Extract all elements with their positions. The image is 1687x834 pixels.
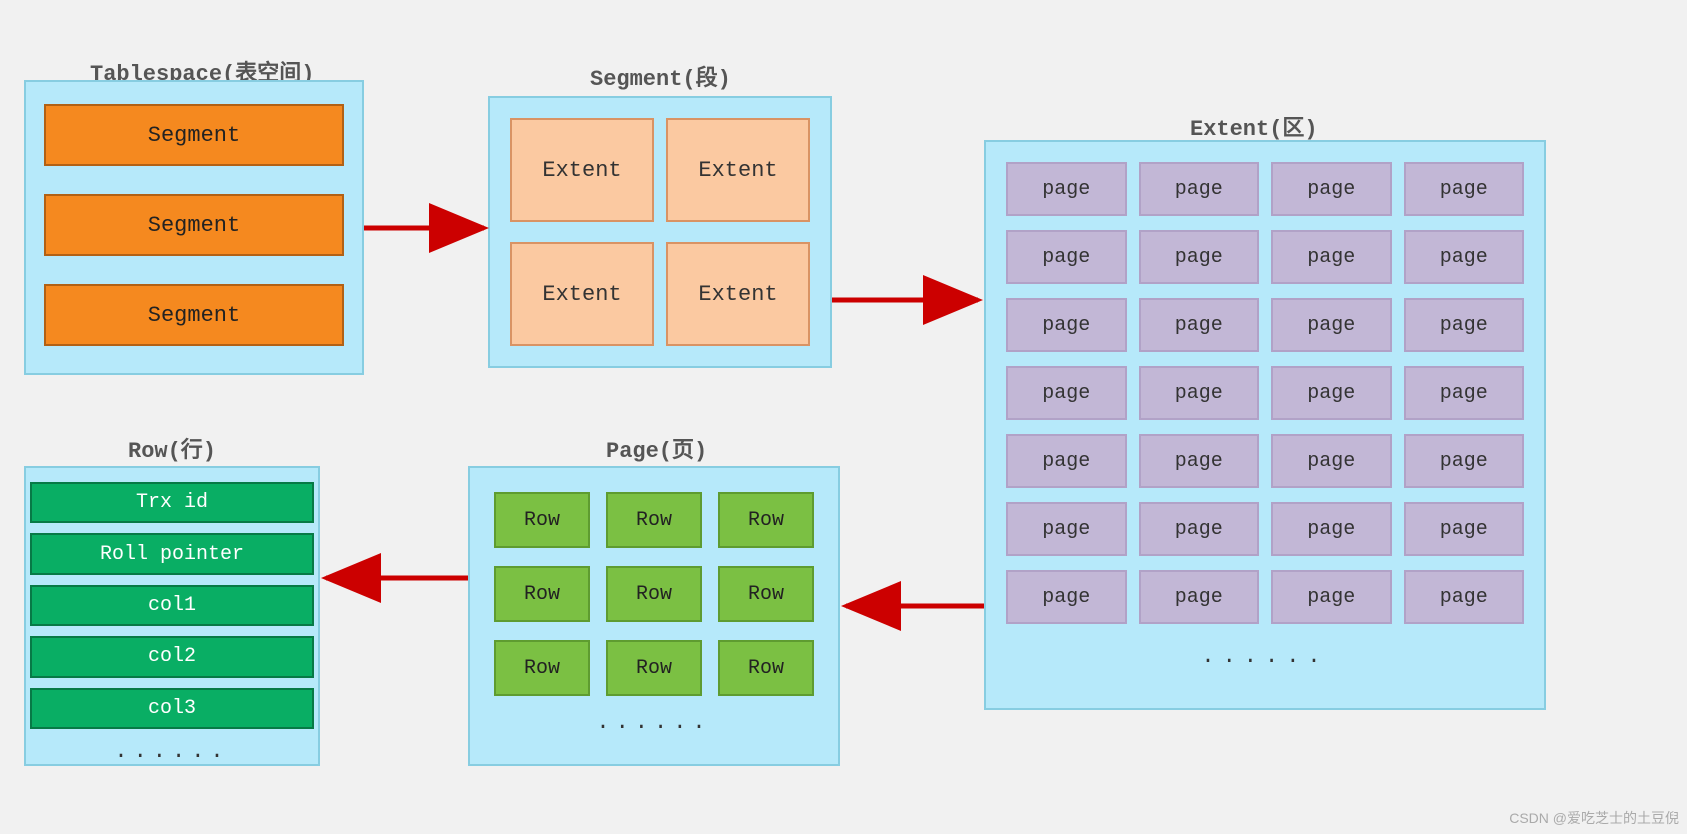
- extent-page-block: page: [1271, 230, 1392, 284]
- extent-page-block: page: [1006, 502, 1127, 556]
- page-row-block: Row: [494, 640, 590, 696]
- extent-page-block: page: [1271, 570, 1392, 624]
- page-ellipsis: ......: [494, 710, 814, 735]
- page-row-block: Row: [718, 566, 814, 622]
- row-field: Trx id: [30, 482, 314, 523]
- page-panel: Row Row Row Row Row Row Row Row Row ......: [468, 466, 840, 766]
- extent-page-block: page: [1271, 434, 1392, 488]
- extent-page-block: page: [1006, 162, 1127, 216]
- segment-extent-block: Extent: [666, 118, 810, 222]
- row-field: col1: [30, 585, 314, 626]
- segment-extent-block: Extent: [510, 118, 654, 222]
- page-row-block: Row: [606, 492, 702, 548]
- page-title: Page(页): [606, 432, 707, 464]
- extent-page-block: page: [1404, 366, 1525, 420]
- row-panel: Trx id Roll pointer col1 col2 col3 .....…: [24, 466, 320, 766]
- extent-ellipsis: ......: [1006, 644, 1524, 669]
- extent-page-block: page: [1404, 502, 1525, 556]
- extent-page-block: page: [1139, 366, 1260, 420]
- row-field: col2: [30, 636, 314, 677]
- segment-panel: Extent Extent Extent Extent: [488, 96, 832, 368]
- page-row-block: Row: [494, 566, 590, 622]
- tablespace-segment-block: Segment: [44, 284, 344, 346]
- extent-page-block: page: [1139, 230, 1260, 284]
- page-row-block: Row: [718, 492, 814, 548]
- row-ellipsis: ......: [114, 739, 229, 764]
- extent-page-block: page: [1139, 570, 1260, 624]
- extent-page-block: page: [1404, 434, 1525, 488]
- extent-panel: pagepagepagepagepagepagepagepagepagepage…: [984, 140, 1546, 710]
- extent-page-block: page: [1271, 502, 1392, 556]
- extent-page-block: page: [1404, 162, 1525, 216]
- extent-page-block: page: [1006, 434, 1127, 488]
- page-row-block: Row: [606, 640, 702, 696]
- page-row-block: Row: [494, 492, 590, 548]
- tablespace-segment-block: Segment: [44, 104, 344, 166]
- row-title: Row(行): [128, 432, 216, 464]
- tablespace-panel: Segment Segment Segment: [24, 80, 364, 375]
- page-row-block: Row: [606, 566, 702, 622]
- extent-page-block: page: [1139, 162, 1260, 216]
- extent-page-block: page: [1271, 366, 1392, 420]
- extent-page-block: page: [1139, 434, 1260, 488]
- extent-page-block: page: [1271, 298, 1392, 352]
- extent-page-block: page: [1006, 298, 1127, 352]
- extent-page-block: page: [1404, 570, 1525, 624]
- extent-page-block: page: [1404, 298, 1525, 352]
- watermark: CSDN @爱吃芝士的土豆倪: [1509, 808, 1679, 828]
- extent-page-block: page: [1139, 298, 1260, 352]
- segment-extent-block: Extent: [666, 242, 810, 346]
- segment-title: Segment(段): [590, 60, 731, 92]
- extent-page-block: page: [1404, 230, 1525, 284]
- extent-page-block: page: [1006, 230, 1127, 284]
- extent-title: Extent(区): [1190, 110, 1318, 142]
- extent-page-block: page: [1139, 502, 1260, 556]
- segment-extent-block: Extent: [510, 242, 654, 346]
- row-field: Roll pointer: [30, 533, 314, 574]
- extent-page-block: page: [1006, 366, 1127, 420]
- tablespace-segment-block: Segment: [44, 194, 344, 256]
- row-field: col3: [30, 688, 314, 729]
- extent-page-block: page: [1006, 570, 1127, 624]
- page-row-block: Row: [718, 640, 814, 696]
- extent-page-block: page: [1271, 162, 1392, 216]
